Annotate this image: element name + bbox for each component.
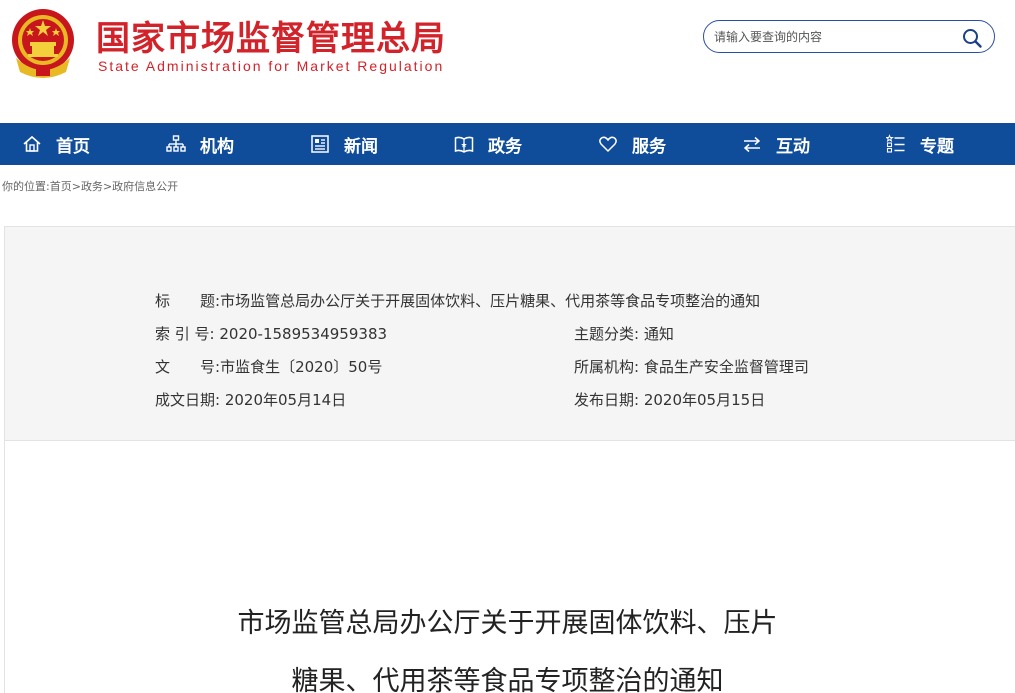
info-docno-value: 市监食生〔2020〕50号 — [220, 358, 383, 376]
nav-item-government-affairs[interactable]: 政务 — [432, 123, 576, 165]
info-category-row: 主题分类: 通知 — [574, 323, 674, 344]
national-emblem-icon[interactable] — [8, 6, 78, 80]
info-org-row: 所属机构: 食品生产安全监督管理司 — [574, 356, 809, 377]
nav-label: 服务 — [632, 136, 666, 157]
info-label: 主题分类: — [574, 325, 640, 343]
main-nav: 首页 机构 新闻 政务 服务 互动 专题 — [0, 123, 1015, 165]
search-input[interactable] — [714, 28, 954, 46]
org-chart-icon — [166, 135, 186, 152]
nav-label: 机构 — [200, 136, 234, 157]
nav-label: 政务 — [488, 136, 522, 157]
nav-item-organization[interactable]: 机构 — [144, 123, 288, 165]
info-label: 标 题: — [155, 292, 221, 310]
breadcrumb: 你的位置:首页>政务>政府信息公开 — [2, 178, 178, 194]
nav-item-news[interactable]: 新闻 — [288, 123, 432, 165]
info-created-value: 2020年05月14日 — [224, 391, 347, 409]
document-title-line: 糖果、代用茶等食品专项整治的通知 — [291, 666, 724, 693]
info-label: 所属机构: — [574, 358, 640, 376]
breadcrumb-separator: > — [71, 180, 81, 193]
info-label: 文 号: — [155, 358, 221, 376]
info-label: 发布日期: — [574, 391, 640, 409]
breadcrumb-link-government[interactable]: 政务 — [81, 180, 103, 193]
nav-label: 新闻 — [344, 136, 378, 157]
topic-list-icon — [886, 134, 905, 153]
site-title-chinese[interactable]: 国家市场监督管理总局 — [96, 11, 446, 60]
search-icon[interactable] — [961, 27, 983, 49]
info-title-row: 标 题:市场监管总局办公厅关于开展固体饮料、压片糖果、代用茶等食品专项整治的通知 — [155, 290, 760, 311]
heart-icon — [599, 136, 617, 153]
info-org-value: 食品生产安全监督管理司 — [643, 358, 809, 376]
nav-label: 首页 — [56, 136, 90, 157]
breadcrumb-link-home[interactable]: 首页 — [50, 180, 72, 193]
info-docno-row: 文 号:市监食生〔2020〕50号 — [155, 356, 382, 377]
home-icon — [23, 135, 41, 152]
search-box — [703, 20, 995, 53]
exchange-arrows-icon — [743, 136, 761, 153]
info-published-value: 2020年05月15日 — [643, 391, 766, 409]
breadcrumb-prefix: 你的位置: — [2, 180, 50, 193]
government-book-icon — [454, 136, 474, 153]
info-index-value: 2020-1589534959383 — [219, 325, 388, 343]
info-title-value: 市场监管总局办公厅关于开展固体饮料、压片糖果、代用茶等食品专项整治的通知 — [220, 292, 761, 310]
info-published-row: 发布日期: 2020年05月15日 — [574, 389, 765, 410]
site-header: 国家市场监督管理总局 State Administration for Mark… — [0, 0, 1015, 123]
nav-item-interaction[interactable]: 互动 — [720, 123, 864, 165]
nav-label: 互动 — [776, 136, 810, 157]
news-icon — [311, 135, 329, 153]
document-title: 市场监管总局办公厅关于开展固体饮料、压片 糖果、代用茶等食品专项整治的通知 — [0, 595, 1015, 693]
breadcrumb-separator: > — [102, 180, 113, 193]
info-created-row: 成文日期: 2020年05月14日 — [155, 389, 346, 410]
nav-item-topics[interactable]: 专题 — [864, 123, 1008, 165]
site-title-english[interactable]: State Administration for Market Regulati… — [98, 58, 444, 74]
info-category-value: 通知 — [643, 325, 674, 343]
info-label: 成文日期: — [155, 391, 221, 409]
breadcrumb-link-info-disclosure[interactable]: 政府信息公开 — [112, 180, 178, 193]
info-index-row: 索 引 号: 2020-1589534959383 — [155, 323, 387, 344]
nav-item-home[interactable]: 首页 — [0, 123, 144, 165]
info-label: 索 引 号: — [155, 325, 215, 343]
nav-item-services[interactable]: 服务 — [576, 123, 720, 165]
document-title-line: 市场监管总局办公厅关于开展固体饮料、压片 — [237, 608, 778, 639]
nav-label: 专题 — [920, 136, 954, 157]
